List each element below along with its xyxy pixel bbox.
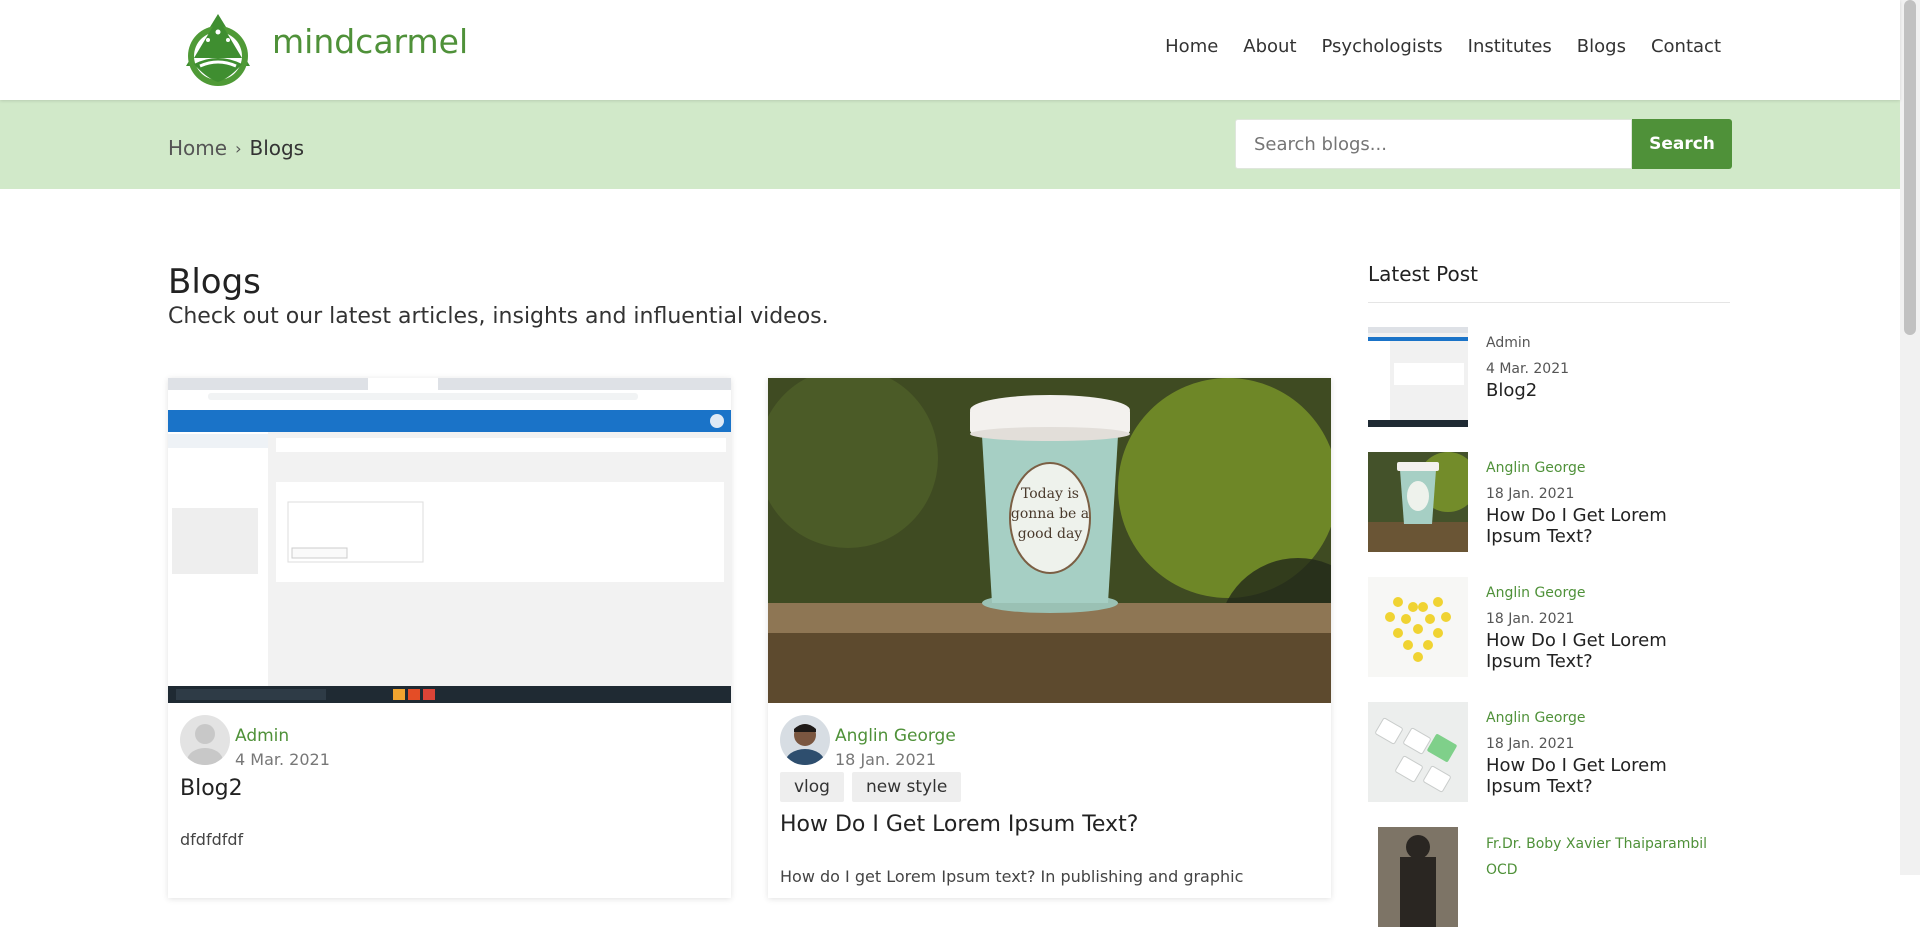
tag-new-style[interactable]: new style	[851, 772, 962, 802]
search-button[interactable]: Search	[1632, 119, 1732, 169]
search-input[interactable]	[1235, 119, 1632, 169]
post-title[interactable]: How Do I Get Lorem Ipsum Text?	[1486, 630, 1726, 672]
post-thumbnail[interactable]	[1368, 702, 1468, 802]
breadcrumb: Home › Blogs	[168, 136, 304, 160]
nav-blogs[interactable]: Blogs	[1577, 36, 1626, 57]
page-title: Blogs	[168, 262, 261, 302]
page-scrollbar[interactable]	[1900, 0, 1920, 875]
post-date: 18 Jan. 2021	[1486, 611, 1575, 627]
post-author[interactable]: Anglin George	[1486, 460, 1585, 476]
nav-about[interactable]: About	[1243, 36, 1296, 57]
nav-institutes[interactable]: Institutes	[1468, 36, 1552, 57]
post-date: 4 Mar. 2021	[1486, 361, 1570, 377]
sidebar-divider	[1368, 302, 1730, 303]
post-author[interactable]: Anglin George	[1486, 585, 1585, 601]
page-subtitle: Check out our latest articles, insights …	[168, 304, 829, 329]
brand-name[interactable]: mindcarmel	[272, 22, 468, 61]
card-author[interactable]: Anglin George	[835, 726, 956, 746]
card-title[interactable]: How Do I Get Lorem Ipsum Text?	[780, 812, 1138, 837]
card-excerpt: dfdfdfdf	[180, 830, 244, 849]
blog-card-image-screenshot[interactable]	[168, 378, 731, 703]
nav-home[interactable]: Home	[1165, 36, 1218, 57]
post-author[interactable]: Anglin George	[1486, 710, 1585, 726]
post-date: 18 Jan. 2021	[1486, 486, 1575, 502]
mindcarmel-logo[interactable]	[180, 12, 256, 88]
post-thumbnail[interactable]	[1368, 452, 1468, 552]
svg-text:gonna be a: gonna be a	[1011, 506, 1089, 522]
post-date: 18 Jan. 2021	[1486, 736, 1575, 752]
svg-text:Today is: Today is	[1021, 486, 1079, 502]
latest-post-item[interactable]: Anglin George 18 Jan. 2021 How Do I Get …	[1368, 452, 1730, 553]
blog-card[interactable]: Today is gonna be a good day Anglin Geor…	[768, 378, 1331, 898]
post-thumbnail[interactable]	[1378, 827, 1458, 927]
blog-card-image-cup[interactable]: Today is gonna be a good day	[768, 378, 1331, 703]
avatar	[780, 715, 830, 765]
latest-post-item[interactable]: Anglin George 18 Jan. 2021 How Do I Get …	[1368, 577, 1730, 678]
latest-post-item[interactable]: Admin 4 Mar. 2021 Blog2	[1368, 327, 1730, 428]
tag-vlog[interactable]: vlog	[780, 772, 844, 802]
card-excerpt: How do I get Lorem Ipsum text? In publis…	[780, 867, 1244, 886]
site-header: mindcarmel Home About Psychologists Inst…	[0, 0, 1900, 100]
card-date: 4 Mar. 2021	[235, 750, 330, 769]
nav-contact[interactable]: Contact	[1651, 36, 1721, 57]
breadcrumb-separator: ›	[235, 138, 242, 158]
latest-post-item[interactable]: Anglin George 18 Jan. 2021 How Do I Get …	[1368, 702, 1730, 803]
latest-post-item[interactable]: Fr.Dr. Boby Xavier Thaiparambil OCD	[1368, 827, 1730, 928]
card-author[interactable]: Admin	[235, 726, 289, 746]
breadcrumb-current: Blogs	[249, 136, 305, 160]
scrollbar-thumb[interactable]	[1904, 0, 1916, 335]
post-title[interactable]: How Do I Get Lorem Ipsum Text?	[1486, 505, 1726, 547]
svg-text:good day: good day	[1018, 526, 1083, 542]
post-author[interactable]: Admin	[1486, 335, 1531, 351]
card-date: 18 Jan. 2021	[835, 750, 936, 769]
post-thumbnail[interactable]	[1368, 327, 1468, 427]
blog-card[interactable]: Admin 4 Mar. 2021 Blog2 dfdfdfdf	[168, 378, 731, 898]
post-title[interactable]: Blog2	[1486, 380, 1726, 401]
main-nav: Home About Psychologists Institutes Blog…	[1140, 36, 1721, 57]
post-thumbnail[interactable]	[1368, 577, 1468, 677]
sidebar-title: Latest Post	[1368, 262, 1479, 286]
avatar	[180, 715, 230, 765]
breadcrumb-band: Home › Blogs Search	[0, 100, 1900, 189]
post-author[interactable]: Fr.Dr. Boby Xavier Thaiparambil OCD	[1486, 831, 1726, 883]
breadcrumb-home[interactable]: Home	[168, 136, 227, 160]
card-tags: vlog new style	[780, 772, 969, 802]
nav-psychologists[interactable]: Psychologists	[1322, 36, 1443, 57]
post-title[interactable]: How Do I Get Lorem Ipsum Text?	[1486, 755, 1726, 797]
card-title[interactable]: Blog2	[180, 776, 243, 801]
